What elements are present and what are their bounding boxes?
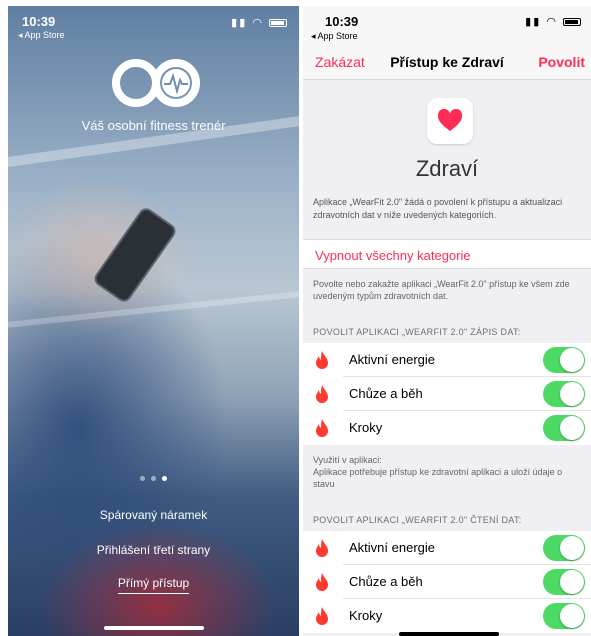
signal-icon: ▮▮ <box>525 16 542 28</box>
disable-all-categories-button[interactable]: Vypnout všechny kategorie <box>315 248 471 263</box>
permission-toggle[interactable] <box>543 535 585 561</box>
flame-icon <box>316 607 328 625</box>
paired-bracelet-button[interactable]: Spárovaný náramek <box>8 508 299 522</box>
permission-row: Chůze a běh <box>316 565 591 599</box>
health-app-icon <box>427 98 473 144</box>
permission-toggle[interactable] <box>543 381 585 407</box>
third-party-login-button[interactable]: Přihlášení třetí strany <box>8 543 299 557</box>
status-icons: ▮▮ ◠ <box>231 16 287 29</box>
flame-icon <box>316 385 328 403</box>
flame-icon <box>316 419 328 437</box>
permission-row: Aktivní energie <box>316 531 591 565</box>
health-title: Zdraví <box>415 156 479 181</box>
wearfit-logo-icon <box>112 59 200 107</box>
status-bar: 10:39 ◂ App Store ▮▮ ◠ <box>303 6 591 46</box>
permission-toggle[interactable] <box>543 415 585 441</box>
page-dot[interactable] <box>151 476 156 481</box>
wifi-icon: ◠ <box>252 17 264 29</box>
permission-row: Chůze a běh <box>316 377 591 411</box>
toggle-note: Povolte nebo zakažte aplikaci „WearFit 2… <box>313 279 570 301</box>
back-to-app-store-link[interactable]: ◂ App Store <box>311 31 358 42</box>
intro-text: Aplikace „WearFit 2.0" žádá o povolení k… <box>313 197 563 220</box>
page-dot-active[interactable] <box>162 476 167 481</box>
home-indicator[interactable] <box>399 632 499 636</box>
flame-icon <box>316 573 328 591</box>
back-to-app-store-link[interactable]: ◂ App Store <box>18 30 65 41</box>
permission-label: Aktivní energie <box>349 352 435 367</box>
background-phone-image <box>94 208 176 302</box>
health-access-screen: 10:39 ◂ App Store ▮▮ ◠ Zakázat Přístup k… <box>303 6 591 636</box>
disable-all-row[interactable]: Vypnout všechny kategorie <box>303 239 591 269</box>
permission-label: Chůze a běh <box>349 574 423 589</box>
allow-button[interactable]: Povolit <box>538 54 585 70</box>
battery-icon <box>269 19 287 28</box>
flame-icon <box>316 539 328 557</box>
signal-icon: ▮▮ <box>231 17 248 29</box>
permission-label: Aktivní energie <box>349 540 435 555</box>
direct-access-button[interactable]: Přímý přístup <box>8 576 299 594</box>
status-time: 10:39 <box>325 14 359 29</box>
navigation-bar: Zakázat Přístup ke Zdraví Povolit <box>303 46 591 80</box>
permission-label: Kroky <box>349 420 383 435</box>
battery-icon <box>563 18 581 27</box>
tagline: Váš osobní fitness trenér <box>81 118 226 133</box>
read-permissions-list: Aktivní energie Chůze a běh Kroky <box>303 531 591 633</box>
page-dot[interactable] <box>140 476 145 481</box>
permission-toggle[interactable] <box>543 569 585 595</box>
direct-access-label: Přímý přístup <box>117 576 190 594</box>
permission-row: Kroky <box>316 411 591 445</box>
wifi-icon: ◠ <box>546 16 558 28</box>
permission-toggle[interactable] <box>543 603 585 629</box>
read-section-header: POVOLIT APLIKACI „WEARFIT 2.0" ČTENÍ DAT… <box>313 515 522 525</box>
permission-row: Aktivní energie <box>316 343 591 377</box>
write-section-header: POVOLIT APLIKACI „WEARFIT 2.0" ZÁPIS DAT… <box>313 327 521 337</box>
write-permissions-list: Aktivní energie Chůze a běh Kroky <box>303 343 591 445</box>
home-indicator[interactable] <box>104 626 204 630</box>
permission-label: Chůze a běh <box>349 386 423 401</box>
flame-icon <box>316 351 328 369</box>
status-time: 10:39 <box>22 14 56 29</box>
status-icons: ▮▮ ◠ <box>525 15 581 28</box>
onboarding-screen: 10:39 ◂ App Store ▮▮ ◠ Váš osobní fitnes… <box>8 6 299 636</box>
permission-toggle[interactable] <box>543 347 585 373</box>
permission-row: Kroky <box>316 599 591 633</box>
permission-label: Kroky <box>349 608 383 623</box>
heart-icon <box>437 109 463 131</box>
page-indicator[interactable] <box>140 476 167 481</box>
background-light-beam <box>8 288 299 330</box>
usage-note: Využití v aplikaci: Aplikace potřebuje p… <box>313 455 563 489</box>
